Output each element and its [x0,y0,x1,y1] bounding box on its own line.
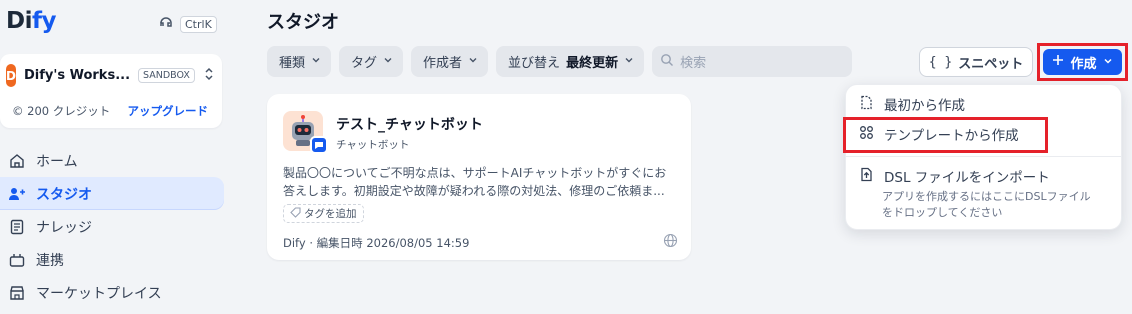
sidebar-item-studio[interactable]: スタジオ [0,177,224,210]
search-input[interactable]: 検索 [652,46,853,77]
sidebar-item-marketplace[interactable]: マーケットプレイス [0,276,224,309]
app-card[interactable]: テスト_チャットボット チャットボット 製品〇〇についてご不明な点は、サポートA… [267,94,691,260]
sidebar: Dify CtrlK D Dify's Works... SANDBOX © 2… [0,0,232,314]
page-title: スタジオ [267,12,339,33]
plan-badge: SANDBOX [138,68,195,83]
app-title: テスト_チャットボット [336,117,483,133]
menu-item-create-blank[interactable]: 最初から作成 [846,89,1121,119]
workspace-card: D Dify's Works... SANDBOX © 200 クレジット アッ… [0,54,222,128]
headset-icon[interactable] [158,14,174,34]
creator-filter[interactable]: 作成者 [411,46,489,77]
sidebar-item-knowledge[interactable]: ナレッジ [0,210,224,243]
chevron-updown-icon [203,67,215,85]
dify-logo[interactable]: Dify [6,8,56,34]
app-type: チャットボット [336,139,410,151]
chevron-down-icon [624,54,634,69]
sidebar-nav: ホーム スタジオ ナレッジ 連携 マーケットプレイス [0,144,224,309]
search-icon [660,53,674,71]
plus-icon [1052,54,1064,70]
filter-bar: 種類 タグ 作成者 並び替え 最終更新 検索 [267,46,853,77]
create-button-highlight: 作成 [1037,43,1128,81]
type-filter[interactable]: 種類 [267,46,332,77]
sort-select[interactable]: 並び替え 最終更新 [496,46,645,77]
snippet-button[interactable]: { } スニペット [919,47,1033,77]
credits: © 200 クレジット [12,104,111,118]
blank-file-icon [859,95,874,114]
braces-icon: { } [928,54,953,70]
studio-icon [8,185,26,203]
marketplace-icon [8,284,26,302]
chevron-down-icon [383,54,393,69]
home-icon [8,152,26,170]
app-footer: Dify · 編集日時 2026/08/05 14:59 [283,236,470,250]
file-import-icon [859,167,874,186]
tag-icon [290,206,301,221]
import-dsl-hint: アプリを作成するにはここにDSLファイル をドロップしてください [882,190,1091,219]
app-description: 製品〇〇についてご不明な点は、サポートAIチャットボットがすぐにお答えします。初… [283,166,667,198]
credit-row: © 200 クレジット アップグレード [12,103,208,119]
tag-filter[interactable]: タグ [339,46,404,77]
sidebar-item-home[interactable]: ホーム [0,144,224,177]
chevron-down-icon [1103,55,1113,70]
add-tag-button[interactable]: タグを追加 [283,204,364,223]
workspace-switcher[interactable]: D Dify's Works... SANDBOX [6,64,214,87]
globe-icon [663,233,678,252]
workspace-name: Dify's Works... [23,68,131,83]
sidebar-item-integration[interactable]: 連携 [0,243,224,276]
chevron-down-icon [311,54,321,69]
workspace-avatar: D [6,64,16,87]
menu-item-import-dsl[interactable]: DSL ファイルをインポート [846,161,1121,191]
create-menu: 最初から作成 テンプレートから作成 DSL ファイルをインポート アプリを作成す… [845,84,1122,230]
knowledge-icon [8,218,26,236]
chatbot-badge-icon [310,136,328,154]
create-button[interactable]: 作成 [1043,49,1122,75]
top-icons: CtrlK [158,14,217,34]
upgrade-link[interactable]: アップグレード [128,103,209,119]
menu-divider [846,156,1121,157]
template-item-highlight [843,117,1048,153]
integration-icon [8,251,26,269]
chevron-down-icon [468,54,478,69]
credit-icon: © [12,104,24,118]
shortcut-badge: CtrlK [180,15,217,33]
